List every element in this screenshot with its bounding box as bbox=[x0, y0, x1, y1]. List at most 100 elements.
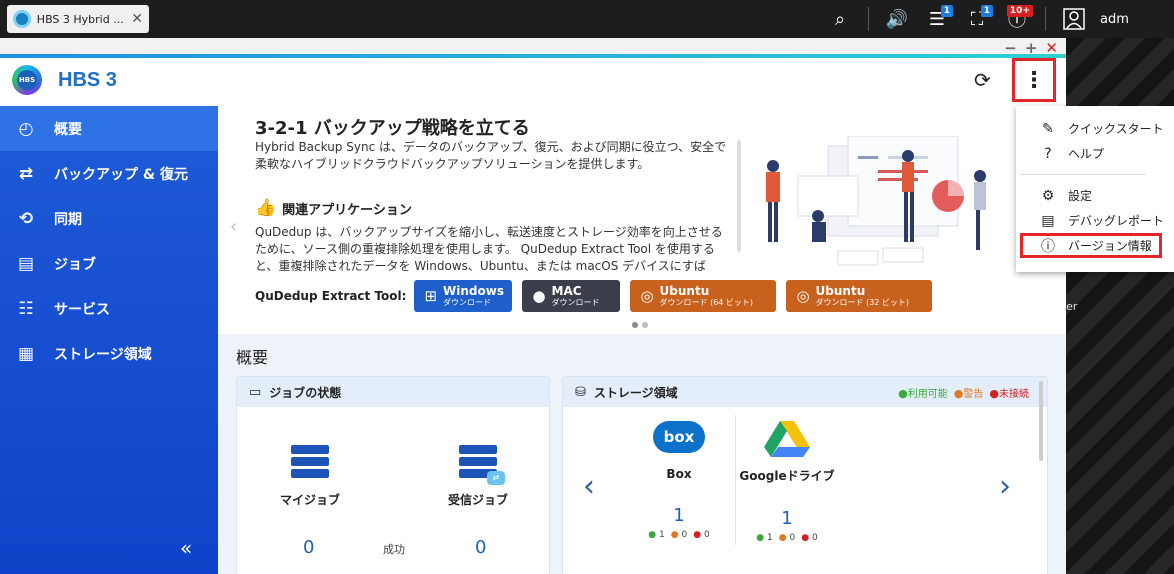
sidebar-item-jobs[interactable]: ▤ ジョブ bbox=[0, 241, 218, 286]
box-logo: box bbox=[653, 421, 705, 453]
help-icon: ? bbox=[1044, 145, 1052, 162]
ubuntu-icon: ◎ bbox=[796, 287, 810, 305]
server-icon bbox=[291, 445, 329, 479]
card-header: ⛁ ストレージ領域 ●利用可能 ●警告 ●未接続 bbox=[563, 377, 1047, 407]
download-ubuntu64-button[interactable]: ◎ Ubuntu ダウンロード (64 ビット) bbox=[630, 280, 777, 312]
storage-card: ⛁ ストレージ領域 ●利用可能 ●警告 ●未接続 ‹ box Box 1 ● 1… bbox=[562, 376, 1048, 574]
storage-legend: ●利用可能 ●警告 ●未接続 bbox=[898, 387, 1029, 400]
apple-icon: ● bbox=[532, 287, 546, 305]
card-scrollbar[interactable] bbox=[1039, 381, 1043, 461]
banner-scrollbar[interactable] bbox=[737, 140, 741, 252]
sidebar-item-overview[interactable]: ◴ 概要 bbox=[0, 106, 218, 151]
document-icon: ▤ bbox=[1041, 212, 1055, 229]
promo-banner: ‹ 3-2-1 バックアップ戦略を立てる Hybrid Backup Sync … bbox=[218, 106, 1066, 334]
backup-icon: ⇄ bbox=[18, 163, 34, 184]
my-jobs[interactable]: マイジョブ bbox=[255, 445, 365, 508]
carousel-dots bbox=[632, 322, 648, 328]
magic-wand-icon: ✎ bbox=[1042, 120, 1054, 137]
info-icon: ⓘ bbox=[1041, 238, 1055, 255]
download-ubuntu32-button[interactable]: ◎ Ubuntu ダウンロード (32 ビット) bbox=[786, 280, 933, 312]
my-jobs-count: 0 bbox=[303, 537, 315, 558]
sidebar-item-services[interactable]: ☷ サービス bbox=[0, 286, 218, 331]
banner-description: Hybrid Backup Sync は、データのバックアップ、復元、および同期… bbox=[255, 140, 727, 171]
hbs-logo: HBS bbox=[12, 65, 42, 95]
server-sync-icon: ⇄ bbox=[459, 445, 505, 485]
briefcase-icon: ▭ bbox=[249, 384, 262, 400]
window-titlebar: − + ✕ bbox=[0, 38, 1066, 58]
success-label: 成功 bbox=[383, 543, 405, 556]
minimize-icon[interactable]: − bbox=[1004, 39, 1017, 57]
card-header: ▭ ジョブの状態 bbox=[237, 377, 549, 407]
chevron-left-icon[interactable]: ‹ bbox=[230, 216, 237, 237]
separator bbox=[1045, 7, 1046, 31]
options-menu: ✎ クイックスタート ? ヘルプ ⚙ 設定 ▤ デバッグレポート ⓘ バージョン… bbox=[1016, 106, 1174, 272]
sync-icon: ⟲ bbox=[18, 208, 34, 229]
summary-section: 概要 ▭ ジョブの状態 マイジョブ ⇄ 受信ジョブ 0 成功 0 ⛁ ストレージ… bbox=[218, 334, 1066, 574]
volume-icon[interactable]: 🔊 bbox=[877, 0, 917, 38]
sidebar-item-label: 同期 bbox=[54, 211, 82, 228]
search-icon[interactable]: ⌕ bbox=[820, 0, 860, 38]
incoming-jobs[interactable]: ⇄ 受信ジョブ bbox=[423, 445, 533, 508]
system-top-bar: HBS 3 Hybrid ... ✕ ⌕ 🔊 ☰ 1 ⛶ 1 ⓘ 10+ adm bbox=[0, 0, 1174, 38]
menu-item-settings[interactable]: ⚙ 設定 bbox=[1016, 183, 1174, 208]
gear-icon: ⚙ bbox=[1041, 187, 1055, 204]
hbs-tab-icon bbox=[13, 10, 31, 28]
tasks-icon[interactable]: ☰ 1 bbox=[917, 0, 957, 38]
storage-item-box[interactable]: box Box 1 ● 1 ● 0 ● 0 bbox=[619, 421, 739, 540]
menu-item-quick-start[interactable]: ✎ クイックスタート bbox=[1016, 116, 1174, 141]
download-windows-button[interactable]: ⊞ Windows ダウンロード bbox=[414, 280, 513, 312]
sidebar-item-storage[interactable]: ▦ ストレージ領域 bbox=[0, 331, 218, 376]
sidebar: ◴ 概要 ⇄ バックアップ & 復元 ⟲ 同期 ▤ ジョブ ☷ サービス ▦ ス… bbox=[0, 106, 218, 574]
incoming-jobs-count: 0 bbox=[475, 537, 487, 558]
summary-title: 概要 bbox=[236, 348, 269, 367]
background-text: er bbox=[1066, 300, 1078, 313]
menu-item-version-info[interactable]: ⓘ バージョン情報 bbox=[1020, 233, 1162, 258]
backup-illustration bbox=[766, 136, 986, 266]
collapse-sidebar-icon[interactable]: « bbox=[180, 536, 192, 560]
refresh-icon[interactable]: ⟳ bbox=[974, 68, 991, 92]
notification-icon[interactable]: ⛶ 1 bbox=[957, 0, 997, 38]
app-header: HBS HBS 3 ⟳ ⋮ bbox=[0, 58, 1066, 102]
menu-item-debug-report[interactable]: ▤ デバッグレポート bbox=[1016, 208, 1174, 233]
banner-title: 3-2-1 バックアップ戦略を立てる bbox=[255, 118, 530, 139]
close-icon[interactable]: ✕ bbox=[1045, 39, 1058, 57]
chevron-left-icon[interactable]: ‹ bbox=[583, 469, 595, 504]
chevron-right-icon[interactable]: › bbox=[999, 469, 1011, 504]
job-icon: ▤ bbox=[17, 253, 35, 274]
dashboard-icon: ◴ bbox=[18, 118, 34, 139]
google-drive-icon bbox=[764, 421, 810, 457]
tasks-badge: 1 bbox=[940, 5, 953, 17]
job-status-card: ▭ ジョブの状態 マイジョブ ⇄ 受信ジョブ 0 成功 0 bbox=[236, 376, 550, 574]
windows-icon: ⊞ bbox=[424, 287, 438, 305]
ubuntu-icon: ◎ bbox=[640, 287, 654, 305]
sidebar-item-label: 概要 bbox=[54, 121, 82, 138]
more-options-button[interactable]: ⋮ bbox=[1012, 58, 1056, 102]
hbs-window: − + ✕ HBS HBS 3 ⟳ ⋮ ◴ 概要 ⇄ バックアップ & 復元 ⟲… bbox=[0, 38, 1066, 574]
storage-icon: ▦ bbox=[17, 343, 35, 364]
download-row: QuDedup Extract Tool: ⊞ Windows ダウンロード ● … bbox=[255, 280, 942, 312]
tool-label: QuDedup Extract Tool: bbox=[255, 289, 407, 303]
user-avatar-icon[interactable] bbox=[1054, 0, 1094, 38]
sidebar-item-label: サービス bbox=[54, 301, 110, 318]
info-badge: 10+ bbox=[1006, 5, 1033, 17]
browser-tab[interactable]: HBS 3 Hybrid ... ✕ bbox=[7, 5, 149, 33]
notification-badge: 1 bbox=[980, 5, 993, 17]
tab-close-icon[interactable]: ✕ bbox=[131, 11, 143, 27]
maximize-icon[interactable]: + bbox=[1025, 39, 1038, 57]
download-mac-button[interactable]: ● MAC ダウンロード bbox=[522, 280, 621, 312]
sidebar-item-backup-restore[interactable]: ⇄ バックアップ & 復元 bbox=[0, 151, 218, 196]
carousel-dot[interactable] bbox=[642, 322, 648, 328]
sidebar-item-label: ストレージ領域 bbox=[54, 346, 152, 363]
menu-item-help[interactable]: ? ヘルプ bbox=[1016, 141, 1174, 166]
carousel-dot[interactable] bbox=[632, 322, 638, 328]
service-icon: ☷ bbox=[18, 298, 34, 319]
user-name[interactable]: adm bbox=[1100, 12, 1129, 27]
qudedup-description: QuDedup は、バックアップサイズを縮小し、転送速度とストレージ効率を向上さ… bbox=[255, 225, 723, 273]
storage-item-google-drive[interactable]: Googleドライブ 1 ● 1 ● 0 ● 0 bbox=[727, 421, 847, 543]
database-icon: ⛁ bbox=[575, 384, 586, 400]
separator bbox=[868, 7, 869, 31]
sidebar-item-sync[interactable]: ⟲ 同期 bbox=[0, 196, 218, 241]
related-apps-heading: 👍 関連アプリケーション bbox=[255, 198, 412, 218]
sidebar-item-label: ジョブ bbox=[54, 256, 96, 273]
info-icon[interactable]: ⓘ 10+ bbox=[997, 0, 1037, 38]
